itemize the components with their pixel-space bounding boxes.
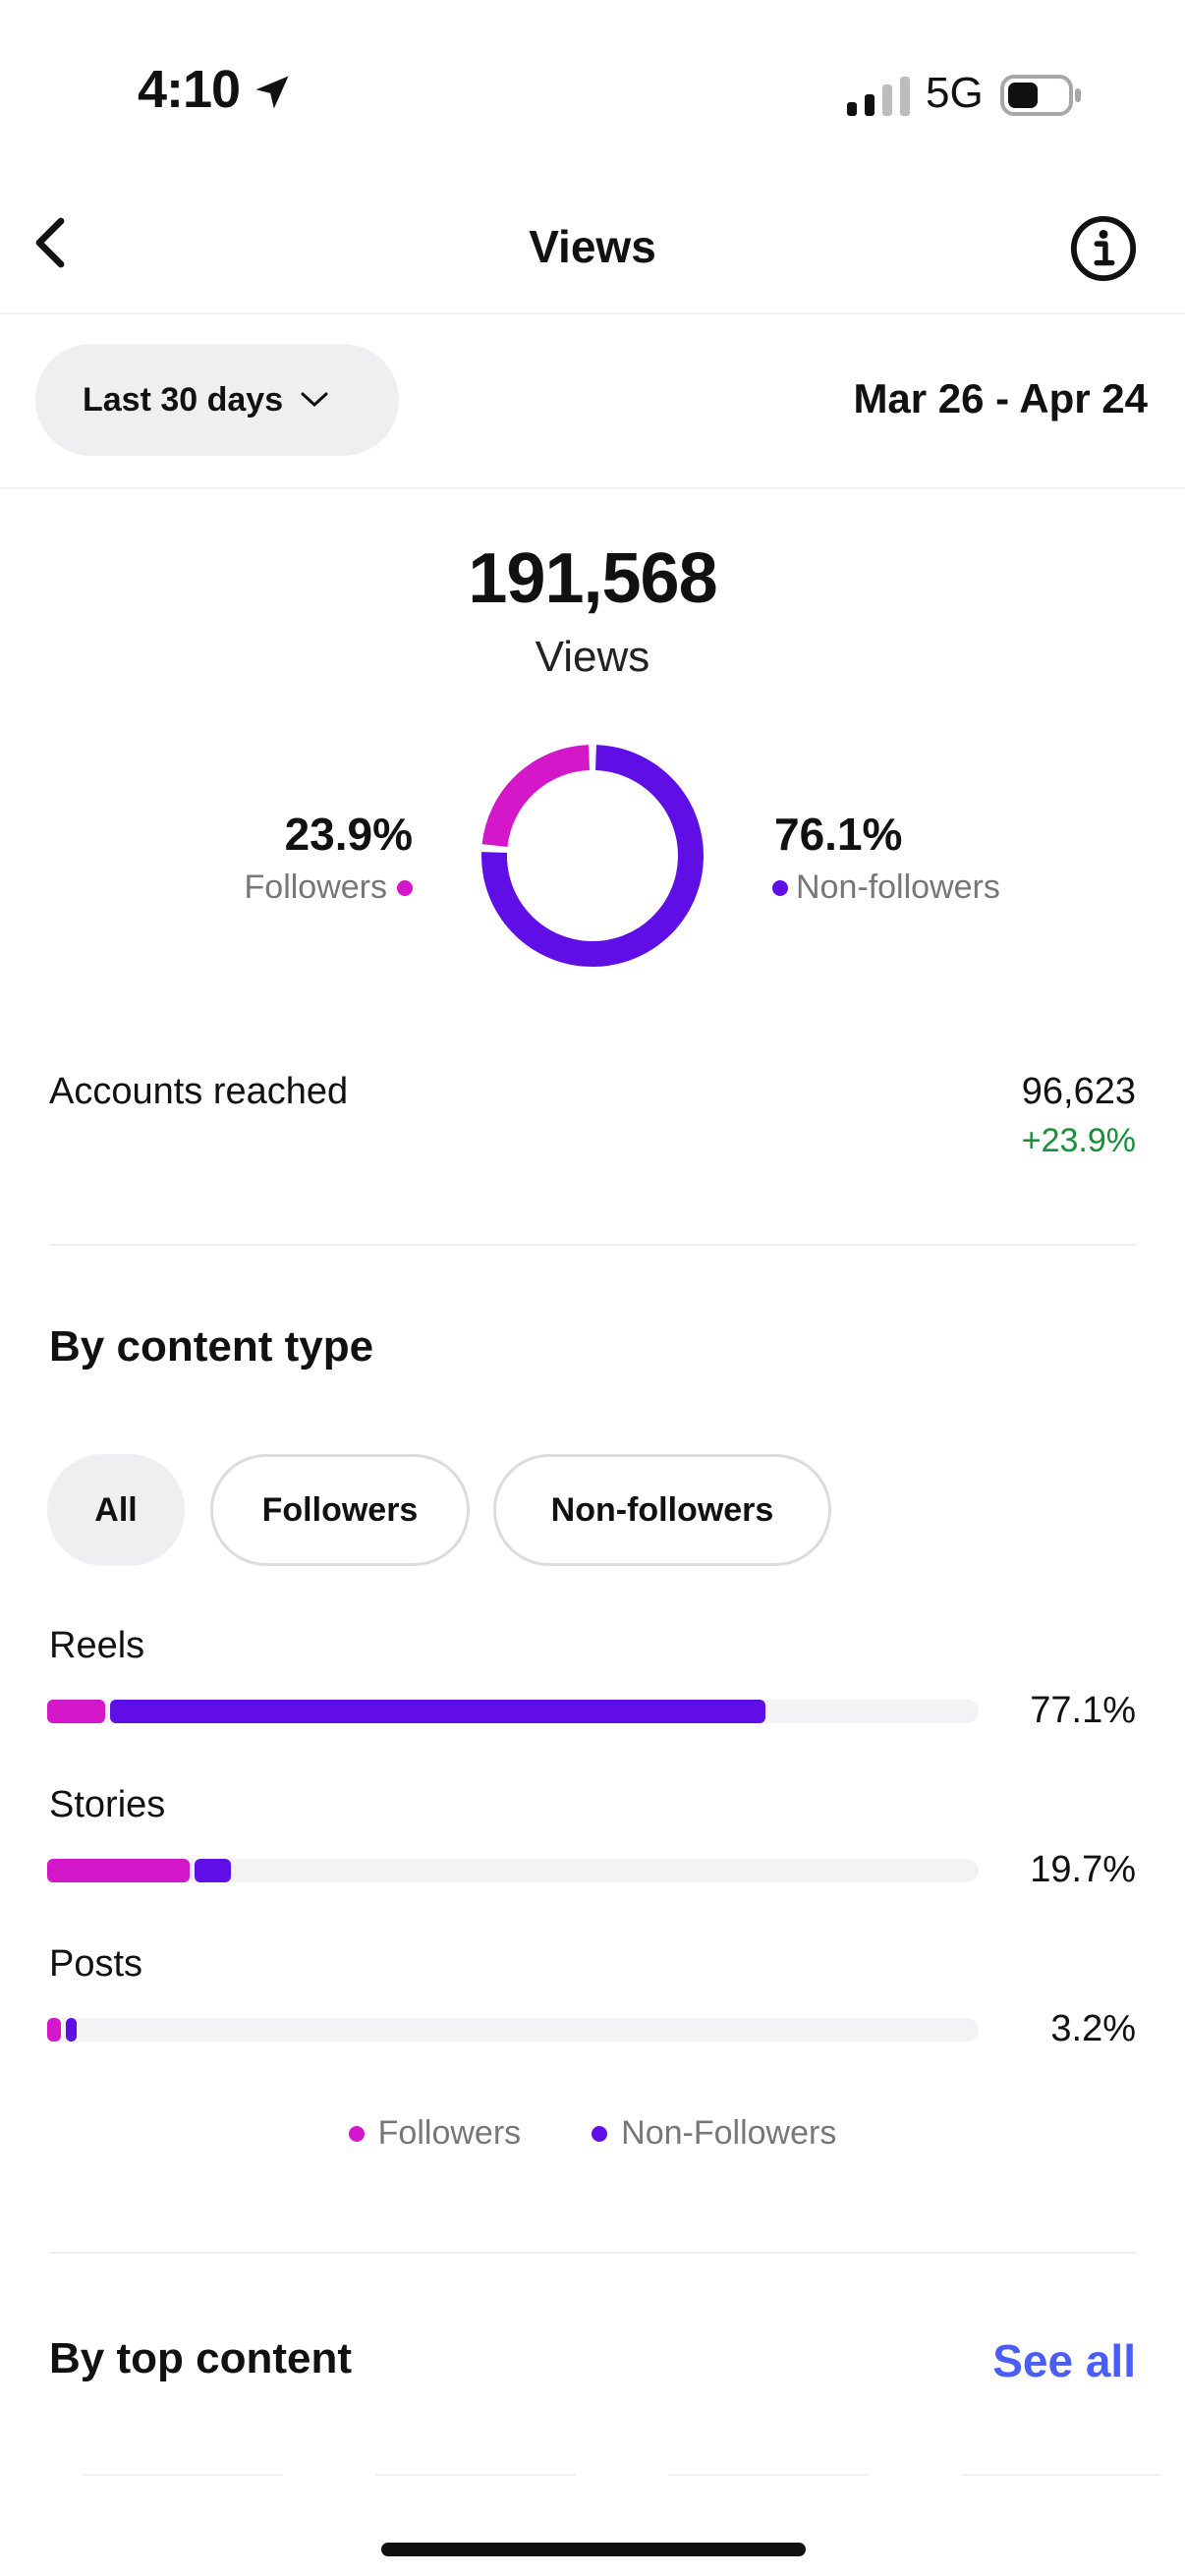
location-arrow-icon [255,76,289,109]
total-views-value: 191,568 [468,539,717,618]
legend-followers-label: Followers [377,2114,522,2152]
stories-percentage: 19.7% [1030,1849,1136,1890]
chip-all[interactable]: All [47,1454,185,1566]
nav-header: Views [0,187,1185,314]
battery-icon [1000,75,1081,116]
stories-followers-bar [47,1859,191,1882]
reels-label: Reels [49,1625,145,1666]
accounts-reached-change: +23.9% [1021,1122,1136,1159]
accounts-reached-label: Accounts reached [49,1071,349,1112]
posts-nonfollowers-bar [65,2018,78,2042]
legend-followers-dot [348,2125,365,2142]
section-divider [49,1244,1136,1246]
filter-row: Last 30 days Mar 26 - Apr 24 [0,314,1185,489]
content-thumbnail-edge [668,2474,869,2476]
bar-legend: Followers Non-Followers [0,2114,1185,2153]
reels-followers-bar [47,1700,106,1723]
posts-followers-bar [47,2018,61,2042]
stories-label: Stories [49,1784,166,1825]
reels-bar-track [47,1700,979,1723]
posts-percentage: 3.2% [1050,2008,1136,2049]
legend-nonfollowers: Non-Followers [592,2114,836,2153]
status-time: 4:10 [138,60,241,119]
see-all-link[interactable]: See all [992,2334,1136,2387]
stories-nonfollowers-bar [195,1859,231,1882]
followers-label: Followers [244,868,387,906]
nonfollowers-percentage: 76.1% [774,809,903,860]
nonfollowers-dot [772,879,788,896]
content-thumbnail-edge [83,2474,283,2476]
cellular-signal-icon [847,77,910,116]
home-indicator [381,2543,806,2556]
nonfollowers-label: Non-followers [796,868,1000,906]
info-icon[interactable] [1069,214,1138,283]
date-range-dropdown[interactable]: Last 30 days [35,344,399,456]
followers-percentage: 23.9% [284,809,413,860]
posts-bar-track [47,2018,979,2042]
network-type: 5G [926,69,984,117]
followers-legend: Followers [245,868,413,907]
posts-label: Posts [49,1943,143,1985]
stories-bar-track [47,1859,979,1882]
chevron-down-icon [301,392,328,407]
section-divider [49,2252,1136,2254]
nonfollowers-legend: Non-followers [772,868,1000,907]
status-bar: 4:10 5G [0,0,1185,167]
content-thumbnail-edge [961,2474,1161,2476]
content-type-title: By content type [49,1322,374,1371]
date-range-text: Mar 26 - Apr 24 [853,375,1148,421]
top-content-title: By top content [49,2334,352,2382]
total-views-label: Views [535,633,650,681]
reels-nonfollowers-bar [110,1700,765,1723]
legend-followers: Followers [348,2114,522,2153]
donut-segment-followers [481,745,591,848]
followers-dot [397,879,413,896]
chip-nonfollowers[interactable]: Non-followers [493,1454,831,1566]
legend-nonfollowers-label: Non-Followers [621,2114,837,2152]
accounts-reached-value: 96,623 [1021,1071,1136,1112]
page-title: Views [529,221,656,272]
views-donut-chart [481,745,704,967]
views-insights-screen: 4:10 5G Views Last 30 days Mar 26 - Apr … [0,0,1185,2576]
content-thumbnail-edge [375,2474,576,2476]
legend-nonfollowers-dot [592,2125,608,2142]
date-range-dropdown-label: Last 30 days [83,380,284,419]
reels-percentage: 77.1% [1030,1690,1136,1731]
chip-followers[interactable]: Followers [210,1454,470,1566]
